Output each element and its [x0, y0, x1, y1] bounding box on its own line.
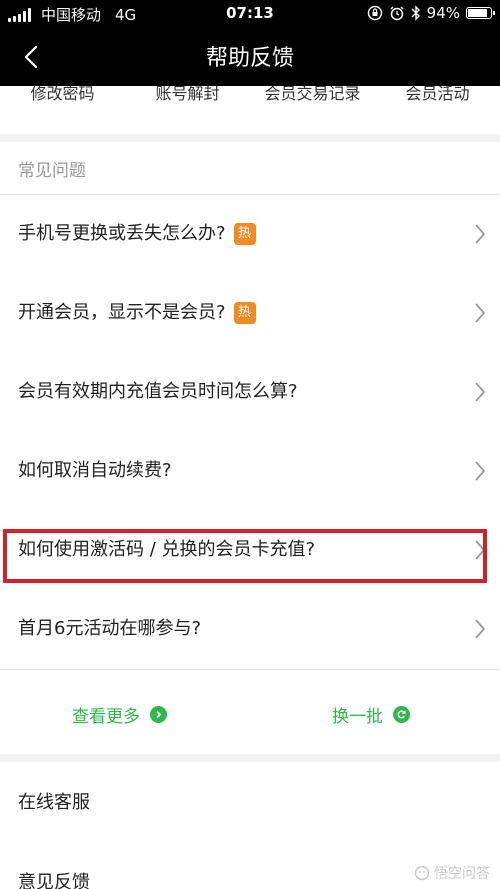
chevron-right-icon: [475, 224, 486, 244]
faq-item[interactable]: 手机号更换或丢失怎么办? 热: [0, 195, 500, 275]
battery-icon: [466, 7, 495, 19]
status-bar: 中国移动 4G 07:13 94%: [0, 0, 500, 28]
online-service-label: 在线客服: [18, 792, 90, 813]
chevron-right-icon: [475, 382, 486, 402]
faq-item[interactable]: 如何取消自动续费?: [0, 432, 500, 512]
quick-link-member-activities[interactable]: 会员活动: [375, 86, 500, 104]
feedback-label: 意见反馈: [18, 872, 90, 889]
arrow-right-circle-icon: [150, 706, 167, 723]
quick-link-change-password[interactable]: 修改密码: [0, 86, 125, 104]
chevron-right-icon: [475, 303, 486, 323]
quick-link-transaction-records[interactable]: 会员交易记录: [250, 86, 375, 104]
faq-item-text: 开通会员，显示不是会员? 热: [18, 298, 256, 324]
faq-item[interactable]: 会员有效期内充值会员时间怎么算?: [0, 353, 500, 433]
faq-item-text: 手机号更换或丢失怎么办? 热: [18, 219, 256, 245]
quick-link-unblock-account[interactable]: 账号解封: [125, 86, 250, 104]
faq-item-label: 如何取消自动续费?: [18, 460, 172, 481]
chevron-right-icon: [475, 461, 486, 481]
view-more-label: 查看更多: [72, 707, 140, 727]
watermark-label: 悟空问答: [434, 866, 490, 882]
refresh-batch-button[interactable]: 换一批: [332, 702, 410, 727]
section-divider: [0, 134, 500, 142]
hot-badge: 热: [233, 223, 256, 245]
faq-item-label: 如何使用激活码 / 兑换的会员卡充值?: [18, 539, 316, 560]
faq-item[interactable]: 首月6元活动在哪参与?: [0, 590, 500, 670]
faq-item-label: 开通会员，显示不是会员?: [18, 302, 226, 323]
status-right: 94%: [367, 4, 495, 22]
chevron-right-icon: [475, 540, 486, 560]
watermark-logo-icon: [414, 865, 430, 881]
online-service-item[interactable]: 在线客服: [0, 762, 500, 843]
faq-item-highlighted[interactable]: 如何使用激活码 / 兑换的会员卡充值?: [0, 511, 500, 591]
faq-section-header: 常见问题: [0, 142, 500, 195]
page-title: 帮助反馈: [205, 46, 294, 71]
faq-item-label: 会员有效期内充值会员时间怎么算?: [18, 381, 298, 402]
help-feedback-screen: 中国移动 4G 07:13 94% 帮助反馈 修改密码 账号解封 会员交易记录 …: [0, 0, 500, 889]
faq-item-label: 首月6元活动在哪参与?: [18, 618, 202, 639]
faq-item-label: 手机号更换或丢失怎么办?: [18, 223, 226, 244]
hot-badge: 热: [233, 302, 256, 324]
nav-bar: 帮助反馈: [0, 28, 500, 86]
chevron-right-icon: [475, 619, 486, 639]
refresh-batch-label: 换一批: [332, 707, 383, 727]
faq-item[interactable]: 开通会员，显示不是会员? 热: [0, 274, 500, 354]
rotation-lock-icon: [367, 5, 382, 21]
bluetooth-icon: [411, 5, 420, 21]
section-divider: [0, 754, 500, 762]
faq-actions-row: 查看更多 换一批: [0, 672, 500, 754]
watermark: 悟空问答: [414, 863, 490, 883]
refresh-icon: [393, 706, 410, 723]
faq-header-label: 常见问题: [18, 161, 86, 181]
battery-percent: 94%: [426, 4, 460, 22]
battery-fill: [468, 9, 487, 17]
alarm-icon: [390, 6, 404, 21]
quick-links-row: 修改密码 账号解封 会员交易记录 会员活动: [0, 86, 500, 134]
view-more-button[interactable]: 查看更多: [72, 702, 167, 727]
